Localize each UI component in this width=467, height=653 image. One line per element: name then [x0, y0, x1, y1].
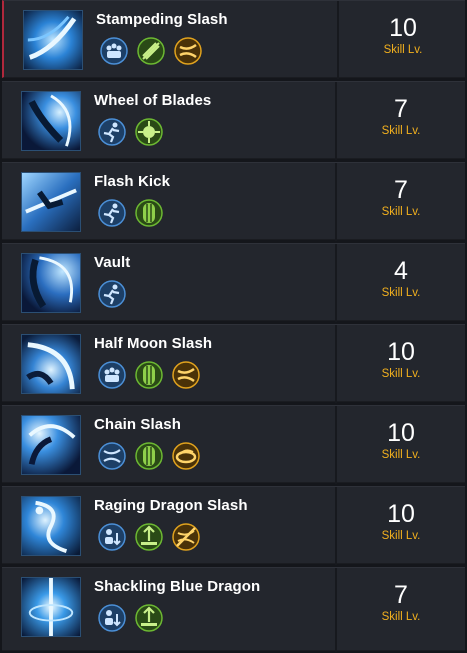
down-attack-icon: [98, 604, 126, 632]
skill-name: Stampeding Slash: [96, 11, 228, 28]
skill-level-label: Skill Lv.: [381, 368, 421, 380]
skill-level: 4 Skill Lv.: [337, 244, 465, 322]
skill-level: 10 Skill Lv.: [337, 487, 465, 565]
skill-level: 10 Skill Lv.: [337, 406, 465, 484]
skill-name: Chain Slash: [94, 416, 181, 433]
skill-level-label: Skill Lv.: [381, 611, 421, 623]
half-moon-slash-icon: [21, 334, 81, 394]
skill-level: 10 Skill Lv.: [337, 325, 465, 403]
skill-name: Shackling Blue Dragon: [94, 578, 261, 595]
skill-name: Half Moon Slash: [94, 335, 213, 352]
skill-level-label: Skill Lv.: [381, 125, 421, 137]
skill-row-raging-dragon-slash[interactable]: Raging Dragon Slash 10 Skill Lv.: [2, 486, 465, 565]
skill-list: Stampeding Slash 10 Skill Lv. Wheel of B…: [0, 0, 467, 653]
stagger-icon: [135, 442, 163, 470]
stand-up-attack-icon: [135, 604, 163, 632]
skill-row-vault[interactable]: Vault 4 Skill Lv.: [2, 243, 465, 322]
skill-level-value: 10: [387, 419, 415, 447]
skill-level-value: 7: [394, 95, 408, 123]
skill-row-shackling-blue-dragon[interactable]: Shackling Blue Dragon 7 Skill Lv.: [2, 567, 465, 652]
down-attack-icon: [98, 523, 126, 551]
skill-level-label: Skill Lv.: [381, 449, 421, 461]
skill-level: 7 Skill Lv.: [337, 568, 465, 646]
skill-name: Vault: [94, 254, 131, 271]
mobility-icon: [98, 442, 126, 470]
counter-icon: [172, 361, 200, 389]
wheel-of-blades-icon: [21, 91, 81, 151]
skill-level-label: Skill Lv.: [381, 287, 421, 299]
skill-name: Raging Dragon Slash: [94, 497, 248, 514]
skill-row-wheel-of-blades[interactable]: Wheel of Blades 7 Skill Lv.: [2, 81, 465, 160]
skill-row-chain-slash[interactable]: Chain Slash 10 Skill Lv.: [2, 405, 465, 484]
stagger-icon: [135, 199, 163, 227]
head-attack-icon: [135, 118, 163, 146]
push-icon: [172, 442, 200, 470]
skill-level-value: 4: [394, 257, 408, 285]
flash-kick-icon: [21, 172, 81, 232]
mobility-icon: [98, 280, 126, 308]
mobility-icon: [98, 199, 126, 227]
skill-level-value: 10: [387, 500, 415, 528]
counter-icon: [174, 37, 202, 65]
stampeding-slash-icon: [23, 10, 83, 70]
skill-row-half-moon-slash[interactable]: Half Moon Slash 10 Skill Lv.: [2, 324, 465, 403]
super-armor-icon: [100, 37, 128, 65]
skill-row-flash-kick[interactable]: Flash Kick 7 Skill Lv.: [2, 162, 465, 241]
stand-up-attack-icon: [135, 523, 163, 551]
skill-name: Wheel of Blades: [94, 92, 212, 109]
stagger-icon: [135, 361, 163, 389]
weak-point-icon: [137, 37, 165, 65]
super-armor-icon: [98, 361, 126, 389]
skill-level: 10 Skill Lv.: [339, 1, 467, 79]
skill-level-value: 7: [394, 176, 408, 204]
raging-dragon-slash-icon: [21, 496, 81, 556]
skill-level-value: 10: [389, 14, 417, 42]
chain-slash-icon: [21, 415, 81, 475]
skill-level: 7 Skill Lv.: [337, 82, 465, 160]
skill-level-label: Skill Lv.: [383, 44, 423, 56]
counter-crossed-icon: [172, 523, 200, 551]
skill-name: Flash Kick: [94, 173, 171, 190]
skill-level: 7 Skill Lv.: [337, 163, 465, 241]
skill-level-value: 10: [387, 338, 415, 366]
skill-row-stampeding-slash[interactable]: Stampeding Slash 10 Skill Lv.: [2, 0, 467, 79]
vault-icon: [21, 253, 81, 313]
mobility-icon: [98, 118, 126, 146]
skill-level-label: Skill Lv.: [381, 530, 421, 542]
shackling-blue-dragon-icon: [21, 577, 81, 637]
skill-level-label: Skill Lv.: [381, 206, 421, 218]
skill-level-value: 7: [394, 581, 408, 609]
